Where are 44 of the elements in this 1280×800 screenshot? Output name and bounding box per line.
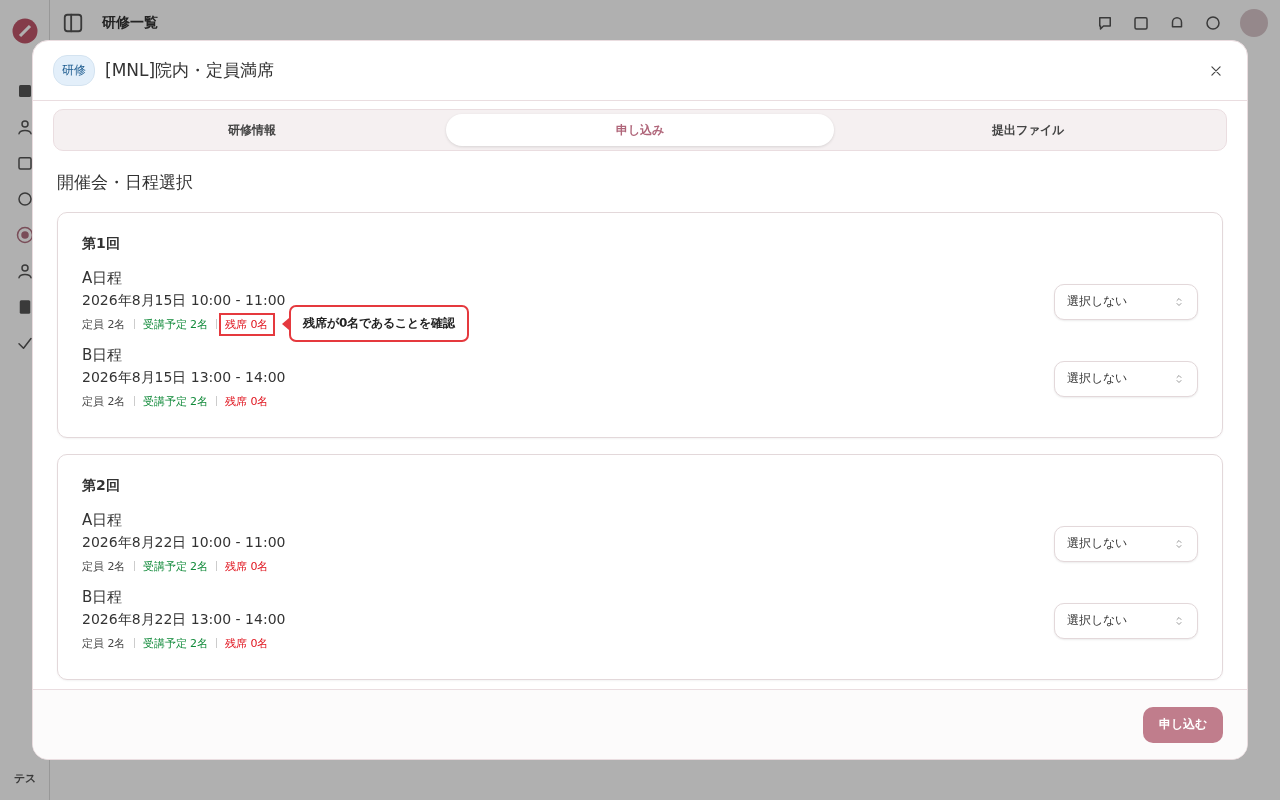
enrolled-count: 受講予定 2名 — [142, 558, 208, 574]
schedule-name: B日程 — [82, 346, 124, 365]
tab[interactable]: 研修情報 — [58, 114, 446, 146]
annotation-callout: 残席が0名であることを確認 — [289, 304, 470, 342]
session-title: 第1回 — [82, 235, 121, 253]
enrolled-count: 受講予定 2名 — [142, 393, 208, 409]
schedule-select[interactable]: 選択しない — [1054, 360, 1198, 397]
remaining-seats: 残席 0名 — [219, 554, 275, 578]
target-icon[interactable] — [15, 226, 34, 244]
person-icon[interactable] — [15, 262, 34, 280]
chevron-updown-icon — [1173, 295, 1185, 308]
category-tag: 研修 — [53, 55, 95, 86]
tab[interactable]: 提出ファイル — [834, 114, 1222, 146]
capacity-count: 定員 2名 — [82, 393, 126, 409]
remaining-seats: 残席 0名 — [219, 631, 275, 655]
chevron-updown-icon — [1173, 614, 1185, 627]
enrolled-count: 受講予定 2名 — [142, 635, 208, 651]
sidebar-toggle-icon[interactable] — [62, 12, 84, 34]
remaining-seats: 残席 0名 — [219, 389, 275, 413]
page-title: 研修一覧 — [102, 14, 159, 32]
close-icon — [1209, 63, 1223, 78]
schedule-datetime: 2026年8月22日 13:00 - 14:00 — [82, 611, 286, 629]
chevron-updown-icon — [1173, 537, 1185, 550]
capacity-count: 定員 2名 — [82, 558, 126, 574]
schedule-select[interactable]: 選択しない — [1054, 602, 1198, 639]
capacity-count: 定員 2名 — [82, 635, 126, 651]
schedule-name: A日程 — [82, 511, 124, 530]
schedule-datetime: 2026年8月15日 13:00 - 14:00 — [82, 369, 286, 387]
tab[interactable]: 申し込み — [446, 114, 834, 146]
session-title: 第2回 — [82, 477, 121, 495]
schedule-name: A日程 — [82, 269, 124, 288]
person-icon[interactable] — [15, 118, 34, 136]
section-title: 開催会・日程選択 — [57, 171, 194, 194]
user-initials: テス — [13, 771, 36, 786]
schedule-name: B日程 — [82, 588, 124, 607]
capacity-count: 定員 2名 — [82, 316, 126, 332]
enrolled-count: 受講予定 2名 — [142, 316, 208, 332]
schedule-select[interactable]: 選択しない — [1054, 283, 1198, 320]
schedule-select[interactable]: 選択しない — [1054, 525, 1198, 562]
schedule-datetime: 2026年8月15日 10:00 - 11:00 — [82, 292, 286, 310]
remaining-seats: 残席 0名 — [219, 312, 275, 336]
dialog-title: [MNL]院内・定員満席 — [105, 59, 276, 82]
schedule-datetime: 2026年8月22日 10:00 - 11:00 — [82, 534, 286, 552]
chevron-updown-icon — [1173, 372, 1185, 385]
